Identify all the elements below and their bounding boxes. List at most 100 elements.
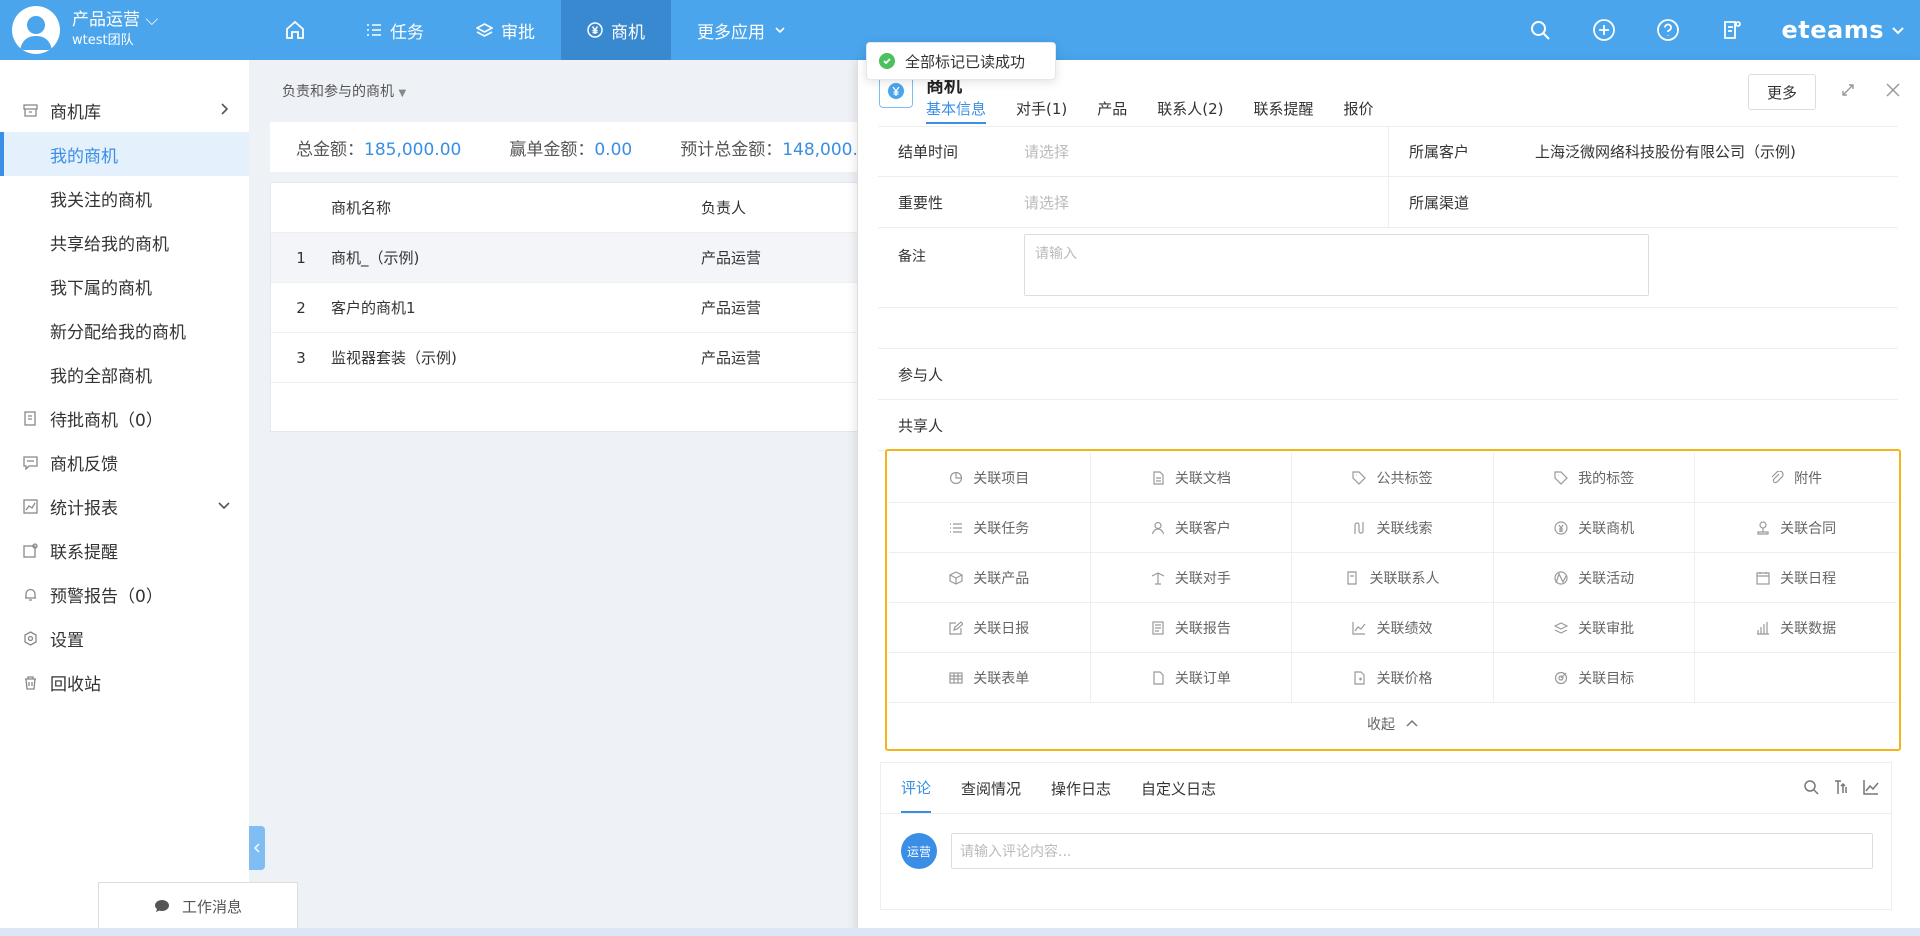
tab-custom-log[interactable]: 自定义日志 (1141, 763, 1216, 813)
related-item-label: 关联报告 (1174, 621, 1231, 637)
cube-icon (949, 571, 963, 585)
expand-icon[interactable] (1840, 82, 1856, 102)
related-item-2-2[interactable]: 关联联系人 (1292, 553, 1494, 603)
related-item-2-1[interactable]: 关联对手 (1091, 553, 1293, 603)
sidebar-item-my-opportunities[interactable]: 我的商机 (0, 132, 249, 176)
related-item-1-2[interactable]: 关联线索 (1292, 503, 1494, 553)
sharers-label: 共享人 (898, 416, 944, 435)
search-icon[interactable] (1803, 779, 1819, 799)
tab-contacts[interactable]: 联系人(2) (1157, 98, 1223, 124)
sort-icon[interactable] (1833, 779, 1849, 799)
nav-more-apps[interactable]: 更多应用 (671, 0, 813, 60)
related-item-3-1[interactable]: 关联报告 (1091, 603, 1293, 653)
work-message-button[interactable]: 工作消息 (98, 882, 298, 930)
total-amount: 185,000.00 (364, 139, 462, 160)
nav-home[interactable] (258, 0, 340, 60)
sidebar-item-settings[interactable]: 设置 (0, 616, 249, 660)
sidebar-item-newly-assigned[interactable]: 新分配给我的商机 (0, 308, 249, 352)
user-menu[interactable]: 产品运营 ⌵ wtest团队 (12, 6, 158, 54)
tab-comments[interactable]: 评论 (901, 763, 932, 813)
brand-switcher[interactable]: eteams (1781, 16, 1906, 44)
related-item-label: 关联对手 (1174, 571, 1231, 587)
related-item-label: 公共标签 (1376, 471, 1433, 487)
related-item-0-0[interactable]: 关联项目 (889, 453, 1091, 503)
column-owner[interactable]: 负责人 (701, 197, 861, 218)
add-icon[interactable] (1589, 15, 1619, 45)
tab-quotes[interactable]: 报价 (1344, 98, 1374, 124)
table-row[interactable]: 2 客户的商机1 产品运营 (271, 283, 889, 333)
list-icon (367, 24, 381, 36)
remark-textarea[interactable]: 请输入 (1024, 234, 1649, 296)
notes-icon[interactable] (1717, 15, 1747, 45)
document-icon (1153, 471, 1164, 485)
archive-icon (22, 102, 38, 118)
tab-basic-info[interactable]: 基本信息 (926, 98, 987, 124)
related-item-1-0[interactable]: 关联任务 (889, 503, 1091, 553)
sidebar-item-pending[interactable]: 待批商机（0） (0, 396, 249, 440)
related-item-4-0[interactable]: 关联表单 (889, 653, 1091, 703)
nav-approval[interactable]: 审批 (450, 0, 561, 60)
related-item-3-4[interactable]: 关联数据 (1695, 603, 1897, 653)
customer-value[interactable]: 上海泛微网络科技股份有限公司（示例) (1535, 141, 1796, 162)
related-item-3-0[interactable]: 关联日报 (889, 603, 1091, 653)
related-item-2-0[interactable]: 关联产品 (889, 553, 1091, 603)
related-item-4-2[interactable]: 关联价格 (1292, 653, 1494, 703)
more-button[interactable]: 更多 (1748, 74, 1816, 110)
column-name[interactable]: 商机名称 (331, 197, 701, 218)
calendar-icon (1756, 572, 1770, 585)
related-item-label: 关联审批 (1578, 621, 1635, 637)
sidebar-item-subordinates[interactable]: 我下属的商机 (0, 264, 249, 308)
related-item-0-4[interactable]: 附件 (1695, 453, 1897, 503)
related-item-3-3[interactable]: 关联审批 (1494, 603, 1696, 653)
related-item-1-1[interactable]: 关联客户 (1091, 503, 1293, 553)
related-item-4-3[interactable]: 关联目标 (1494, 653, 1696, 703)
sidebar-item-library[interactable]: 商机库 (0, 88, 249, 132)
sidebar-item-feedback[interactable]: 商机反馈 (0, 440, 249, 484)
opportunity-table: 商机名称 负责人 1 商机_（示例) 产品运营 2 客户的商机1 产品运营 3 … (270, 182, 890, 432)
tab-reminders[interactable]: 联系提醒 (1254, 98, 1314, 124)
related-item-4-1[interactable]: 关联订单 (1091, 653, 1293, 703)
table-row[interactable]: 1 商机_（示例) 产品运营 (271, 233, 889, 283)
related-item-3-2[interactable]: 关联绩效 (1292, 603, 1494, 653)
close-icon[interactable] (1885, 82, 1901, 102)
related-item-label: 关联日报 (973, 621, 1030, 637)
sidebar-item-warnings[interactable]: 预警报告（0） (0, 572, 249, 616)
comment-input[interactable]: 请输入评论内容... (951, 833, 1873, 869)
home-icon (286, 20, 304, 39)
search-icon[interactable] (1525, 15, 1555, 45)
sidebar-item-all-mine[interactable]: 我的全部商机 (0, 352, 249, 396)
importance-select[interactable]: 请选择 (1024, 192, 1069, 213)
sidebar-item-reports[interactable]: 统计报表 (0, 484, 249, 528)
table-row[interactable]: 3 监视器套装（示例) 产品运营 (271, 333, 889, 383)
nav-tasks[interactable]: 任务 (340, 0, 450, 60)
sidebar-item-shared-with-me[interactable]: 共享给我的商机 (0, 220, 249, 264)
nav-opportunity[interactable]: 商机 (561, 0, 671, 60)
sidebar-item-trash[interactable]: 回收站 (0, 660, 249, 704)
related-item-label: 关联订单 (1174, 671, 1231, 687)
related-item-1-4[interactable]: 关联合同 (1695, 503, 1897, 553)
sidebar-item-followed[interactable]: 我关注的商机 (0, 176, 249, 220)
collapse-related-button[interactable]: 收起 (889, 703, 1897, 745)
chevron-down-icon (1892, 27, 1904, 35)
avatar: 运营 (901, 833, 937, 869)
clue-icon (1354, 522, 1365, 534)
related-item-0-1[interactable]: 关联文档 (1091, 453, 1293, 503)
related-item-2-4[interactable]: 关联日程 (1695, 553, 1897, 603)
related-item-1-3[interactable]: 关联商机 (1494, 503, 1696, 553)
related-item-0-2[interactable]: 公共标签 (1292, 453, 1494, 503)
related-item-0-3[interactable]: 我的标签 (1494, 453, 1696, 503)
tab-products[interactable]: 产品 (1097, 98, 1127, 124)
tab-competitors[interactable]: 对手(1) (1016, 98, 1067, 124)
tab-read-status[interactable]: 查阅情况 (961, 763, 1021, 813)
scope-filter[interactable]: 负责和参与的商机 ▼ (282, 81, 406, 101)
tab-operation-log[interactable]: 操作日志 (1051, 763, 1111, 813)
participants-field[interactable]: 参与人 (878, 349, 1898, 400)
sidebar-collapse-handle[interactable] (249, 826, 265, 870)
sharers-field[interactable]: 共享人 (878, 400, 1898, 451)
chart-line-icon[interactable] (1863, 779, 1879, 799)
help-icon[interactable] (1653, 15, 1683, 45)
related-item-2-3[interactable]: 关联活动 (1494, 553, 1696, 603)
chat-bubble-icon (154, 900, 169, 912)
sidebar-item-reminders[interactable]: 联系提醒 (0, 528, 249, 572)
close-time-select[interactable]: 请选择 (1024, 141, 1069, 162)
